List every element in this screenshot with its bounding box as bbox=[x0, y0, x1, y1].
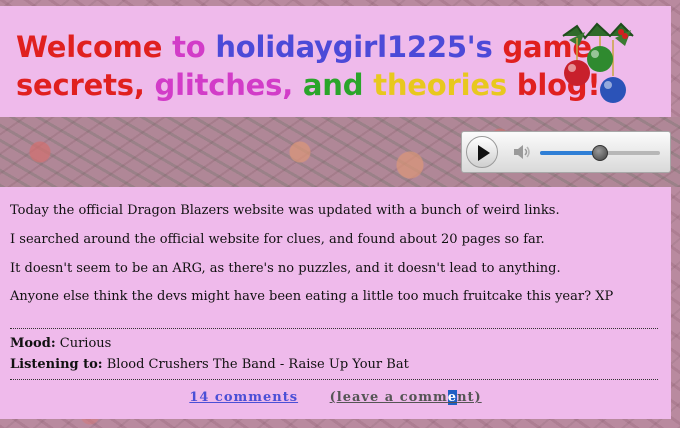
play-icon[interactable] bbox=[466, 136, 498, 168]
title-word: holidaygirl1225's bbox=[215, 30, 503, 64]
green-ornament bbox=[587, 46, 613, 72]
post-paragraph: It doesn't seem to be an ARG, as there's… bbox=[10, 261, 561, 276]
title-word: Welcome bbox=[16, 30, 173, 64]
divider bbox=[10, 379, 658, 380]
title-word: and bbox=[302, 68, 374, 102]
post-paragraph: Anyone else think the devs might have be… bbox=[10, 289, 614, 304]
blog-post: Today the official Dragon Blazers websit… bbox=[0, 187, 671, 419]
listening-line: Listening to: Blood Crushers The Band - … bbox=[10, 357, 409, 372]
title-word: to bbox=[172, 30, 216, 64]
post-paragraph: I searched around the official website f… bbox=[10, 232, 545, 247]
leave-comment-text: (leave a comm bbox=[329, 390, 448, 405]
speaker-icon[interactable] bbox=[512, 144, 532, 160]
title-word: theories bbox=[373, 68, 517, 102]
divider bbox=[10, 328, 658, 329]
title-word: glitches, bbox=[154, 68, 303, 102]
comment-links: 14 comments (leave a comment) bbox=[0, 390, 671, 405]
blue-ornament bbox=[600, 77, 626, 103]
mood-line: Mood: Curious bbox=[10, 336, 111, 351]
title-word: secrets, bbox=[16, 68, 155, 102]
text-selection: e bbox=[447, 390, 458, 405]
audio-player bbox=[461, 131, 671, 173]
red-ornament bbox=[564, 60, 590, 86]
mood-value: Curious bbox=[55, 336, 112, 351]
christmas-ornaments-icon bbox=[562, 22, 634, 103]
listening-label: Listening to: bbox=[10, 357, 103, 372]
leave-comment-link[interactable]: (leave a comment) bbox=[330, 390, 482, 405]
blog-header: Welcome to holidaygirl1225's game secrets… bbox=[0, 6, 671, 117]
volume-slider[interactable] bbox=[540, 145, 660, 161]
volume-slider-thumb[interactable] bbox=[592, 145, 608, 161]
blog-title: Welcome to holidaygirl1225's game secrets… bbox=[16, 28, 601, 104]
leave-comment-text: nt) bbox=[457, 390, 482, 405]
volume-slider-fill bbox=[540, 151, 600, 155]
mood-label: Mood: bbox=[10, 336, 56, 351]
listening-value: Blood Crushers The Band - Raise Up Your … bbox=[102, 357, 409, 372]
comments-link[interactable]: 14 comments bbox=[189, 390, 298, 405]
post-paragraph: Today the official Dragon Blazers websit… bbox=[10, 203, 560, 218]
